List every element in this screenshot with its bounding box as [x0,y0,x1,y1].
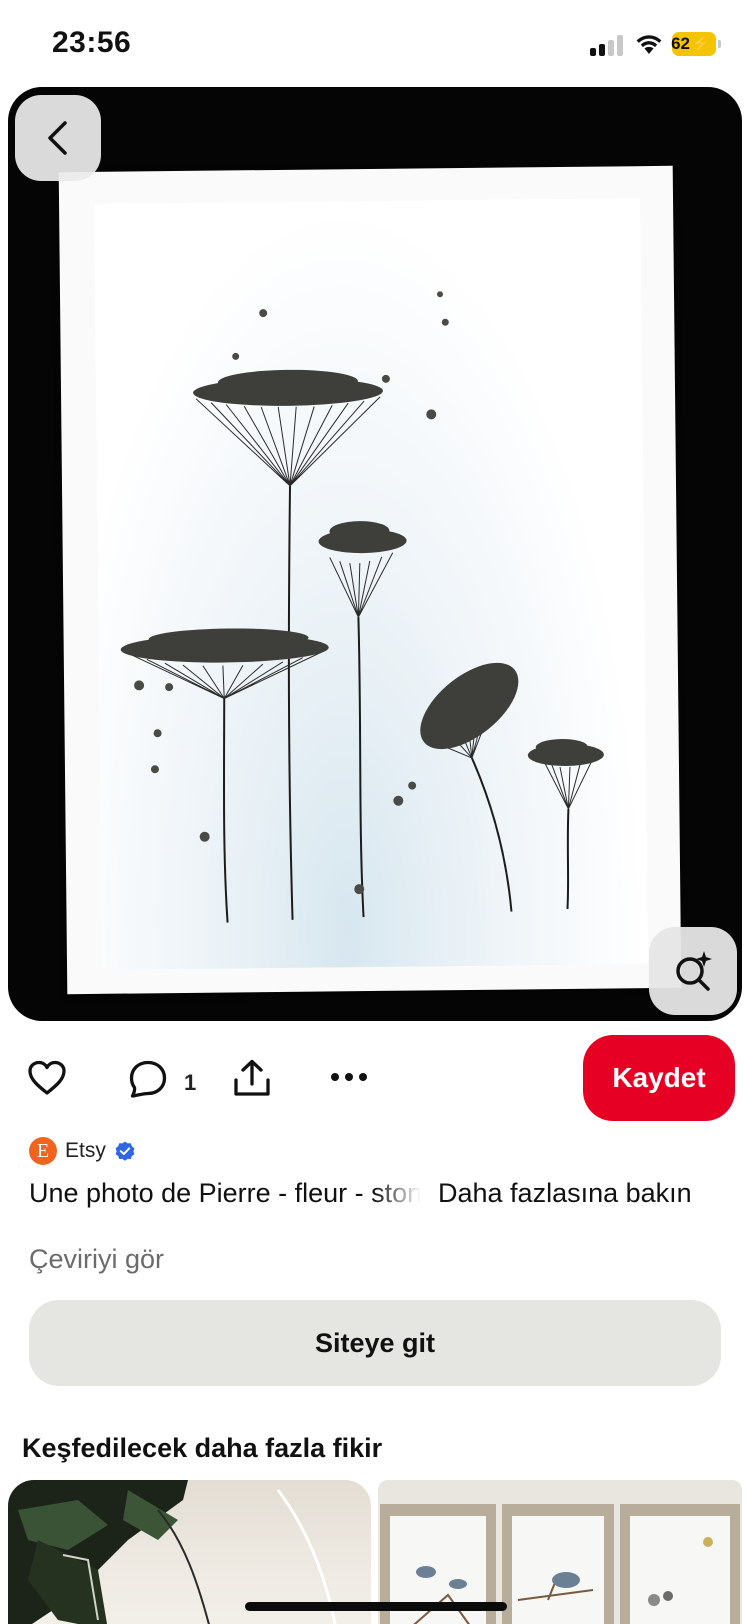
source-name[interactable]: Etsy [65,1139,106,1163]
more-ideas-heading: Keşfedilecek daha fazla fikir [22,1433,383,1463]
picture-frame [58,165,682,995]
visual-search-button[interactable] [649,927,737,1015]
more-options-button[interactable] [328,1063,370,1091]
battery-indicator: 62 ⚡ [671,32,721,56]
battery-level: 62 [671,34,690,53]
share-button[interactable] [230,1055,274,1101]
cellular-signal-icon [590,34,626,56]
back-button[interactable] [15,95,101,181]
verified-badge-icon [115,1141,135,1161]
chevron-left-icon [48,121,67,155]
comment-count: 1 [184,1070,197,1095]
see-more-link[interactable]: Daha fazlasına bakın [438,1178,692,1209]
visual-search-icon [676,951,712,991]
action-bar: 1 Kaydet [0,1035,750,1127]
see-translation-link[interactable]: Çeviriyi gör [29,1244,164,1275]
source-row[interactable]: E Etsy [29,1134,135,1168]
wifi-icon [636,35,662,54]
like-button[interactable] [24,1057,70,1099]
status-bar: 23:56 62 ⚡ [0,0,750,88]
pin-title: Une photo de Pierre - fleur - stone art [29,1178,421,1208]
share-icon [234,1059,270,1096]
pin-image[interactable] [8,87,742,1021]
heart-icon [28,1060,66,1095]
etsy-logo: E [29,1137,57,1165]
pebble-art-paper [94,198,649,970]
comment-icon [129,1060,167,1098]
charging-bolt-icon: ⚡ [691,36,711,53]
home-indicator [245,1602,507,1611]
save-button[interactable]: Kaydet [583,1035,735,1121]
visit-site-button[interactable]: Siteye git [29,1300,721,1386]
ellipsis-icon [331,1073,367,1081]
pebble-flower-illustration [120,291,604,923]
title-row: Une photo de Pierre - fleur - stone art … [29,1178,729,1218]
status-time: 23:56 [52,26,132,59]
comment-button[interactable] [126,1057,170,1101]
